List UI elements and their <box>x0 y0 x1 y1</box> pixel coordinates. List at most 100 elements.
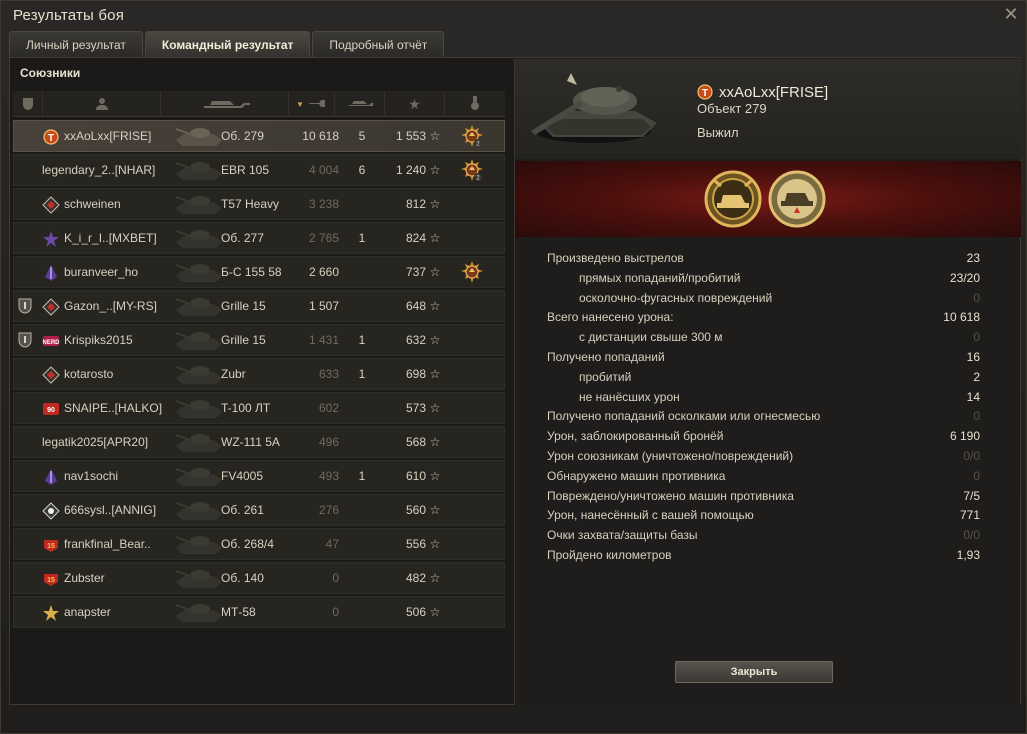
damage-value: 493 <box>318 469 339 483</box>
medal-cell <box>460 461 488 491</box>
player-status: Выжил <box>697 125 739 140</box>
battle-medal-icon[interactable]: 2 <box>460 124 484 148</box>
team-row[interactable]: 666sysl..[ANNIG] Об. 261 276 560 ☆ <box>13 494 505 526</box>
medal-cell <box>460 189 488 219</box>
top-gun-medal-icon[interactable] <box>703 169 763 229</box>
stat-row: Повреждено/уничтожено машин противника 7/… <box>515 487 1021 507</box>
tank-silhouette-icon <box>176 468 222 486</box>
team-row[interactable]: legatik2025[APR20] WZ-111 5A 496 568 ☆ <box>13 426 505 458</box>
badge-cell <box>18 325 42 355</box>
stat-label: Повреждено/уничтожено машин противника <box>547 488 794 503</box>
tank-silhouette-icon <box>176 298 222 316</box>
team-row[interactable]: TxxAoLxx[FRISE] Об. 279 10 618 5 1 553 ☆ 2 <box>13 120 505 152</box>
player-name-cell[interactable]: nav1sochi <box>42 461 172 491</box>
team-row[interactable]: 15 Zubster Об. 140 0 482 ☆ <box>13 562 505 594</box>
badge-cell <box>18 291 42 321</box>
warrior-medal-icon[interactable] <box>767 169 827 229</box>
player-name-cell[interactable]: 15 frankfinal_Bear.. <box>42 529 172 559</box>
damage-value: 496 <box>318 435 339 449</box>
damage-value: 3 238 <box>308 197 339 211</box>
team-row[interactable]: legendary_2..[NHAR] EBR 105 4 004 6 1 240 ☆ 2 <box>13 154 505 186</box>
xp-star-icon: ☆ <box>429 605 441 619</box>
player-name-cell[interactable]: TxxAoLxx[FRISE] <box>42 121 172 151</box>
premium-account-icon: T <box>697 84 713 100</box>
battle-medal-icon[interactable]: 2 <box>460 158 484 182</box>
player-name-cell[interactable]: K_i_r_I..[MXBET] <box>42 223 172 253</box>
kills-value: 1 <box>358 333 366 347</box>
player-column-icon[interactable] <box>43 91 161 117</box>
player-vehicle: Объект 279 <box>697 101 767 116</box>
player-name-cell[interactable]: legendary_2..[NHAR] <box>42 155 172 185</box>
team-row[interactable]: buranveer_ho Б-С 155 58 2 660 737 ☆ <box>13 256 505 288</box>
team-row[interactable]: Gazon_..[MY-RS] Grille 15 1 507 648 ☆ <box>13 290 505 322</box>
kills-value <box>352 189 372 219</box>
xp-column-icon[interactable]: ★ <box>385 91 445 117</box>
stat-value: 0 <box>973 330 980 345</box>
xp-star-icon: ☆ <box>429 401 441 415</box>
kills-value: 1 <box>358 231 366 245</box>
xp-star-icon: ☆ <box>429 333 441 347</box>
kills-column-icon[interactable] <box>335 91 385 117</box>
tank-silhouette-icon <box>176 502 222 520</box>
tank-column-icon[interactable] <box>161 91 289 117</box>
medal-cell <box>460 393 488 423</box>
tank-silhouette-icon <box>176 400 222 418</box>
stat-value: 0/0 <box>963 528 980 543</box>
xp-value: 824 <box>405 231 426 245</box>
clan-15-icon: 15 <box>44 573 58 586</box>
player-name: Gazon_..[MY-RS] <box>64 299 157 313</box>
xp-value: 737 <box>405 265 426 279</box>
player-name: anapster <box>64 605 111 619</box>
stat-value: 0 <box>973 409 980 424</box>
medal-cell <box>460 529 488 559</box>
xp-value: 698 <box>405 367 426 381</box>
stat-label: Обнаружено машин противника <box>547 468 726 483</box>
stat-label: Всего нанесено урона: <box>547 310 674 325</box>
stat-row: не нанёсших урон 14 <box>515 388 1021 408</box>
team-row[interactable]: K_i_r_I..[MXBET] Об. 277 2 765 1 824 ☆ <box>13 222 505 254</box>
tab-team[interactable]: Командный результат <box>144 31 311 57</box>
tab-bar: Личный результат Командный результат Под… <box>9 31 445 57</box>
player-name-cell[interactable]: legatik2025[APR20] <box>42 427 172 457</box>
medal-cell: 2 <box>460 155 488 185</box>
player-name: Krispiks2015 <box>64 333 133 347</box>
team-row[interactable]: 15 frankfinal_Bear.. Об. 268/4 47 556 ☆ <box>13 528 505 560</box>
team-row[interactable]: schweinen T57 Heavy 3 238 812 ☆ <box>13 188 505 220</box>
team-row[interactable]: NERD Krispiks2015 Grille 15 1 431 1 632 ☆ <box>13 324 505 356</box>
player-name-cell[interactable]: kotarosto <box>42 359 172 389</box>
medal-column-icon[interactable] <box>445 91 505 117</box>
stat-label: Пройдено километров <box>547 547 672 562</box>
stat-label: пробитий <box>579 369 632 384</box>
battle-medal-icon[interactable] <box>460 260 484 284</box>
player-detail-panel: T xxAoLxx[FRISE] Объект 279 Выжил Произв… <box>514 59 1021 705</box>
player-name-cell[interactable]: NERD Krispiks2015 <box>42 325 172 355</box>
tank-silhouette-icon <box>176 230 222 248</box>
team-row[interactable]: anapster МТ-58 0 506 ☆ <box>13 596 505 628</box>
player-name-cell[interactable]: 666sysl..[ANNIG] <box>42 495 172 525</box>
tab-personal[interactable]: Личный результат <box>9 31 143 57</box>
team-row[interactable]: 90 SNAIPE..[HALKO] T-100 ЛТ 602 573 ☆ <box>13 392 505 424</box>
badge-cell <box>18 427 42 457</box>
player-name-cell[interactable]: Gazon_..[MY-RS] <box>42 291 172 321</box>
player-name-cell[interactable]: 90 SNAIPE..[HALKO] <box>42 393 172 423</box>
damage-value: 4 004 <box>308 163 339 177</box>
close-icon[interactable]: ✕ <box>1002 5 1020 23</box>
badge-column-icon[interactable] <box>13 91 43 117</box>
player-name: legendary_2..[NHAR] <box>42 163 156 177</box>
stat-row: Очки захвата/защиты базы 0/0 <box>515 526 1021 546</box>
close-button[interactable]: Закрыть <box>675 661 833 683</box>
player-name-cell[interactable]: buranveer_ho <box>42 257 172 287</box>
player-name-cell[interactable]: schweinen <box>42 189 172 219</box>
player-name-cell[interactable]: 15 Zubster <box>42 563 172 593</box>
clan-15-icon: 15 <box>44 539 58 552</box>
player-name: legatik2025[APR20] <box>42 435 149 449</box>
stat-value: 23 <box>966 251 980 265</box>
player-name-cell[interactable]: anapster <box>42 597 172 627</box>
shield-badge-icon <box>18 332 32 348</box>
svg-text:T: T <box>48 133 54 144</box>
player-name: SNAIPE..[HALKO] <box>64 401 163 415</box>
damage-column-icon[interactable]: ▼ <box>289 91 335 117</box>
tab-detailed[interactable]: Подробный отчёт <box>312 31 445 57</box>
team-row[interactable]: kotarosto Zubr 633 1 698 ☆ <box>13 358 505 390</box>
team-row[interactable]: nav1sochi FV4005 493 1 610 ☆ <box>13 460 505 492</box>
